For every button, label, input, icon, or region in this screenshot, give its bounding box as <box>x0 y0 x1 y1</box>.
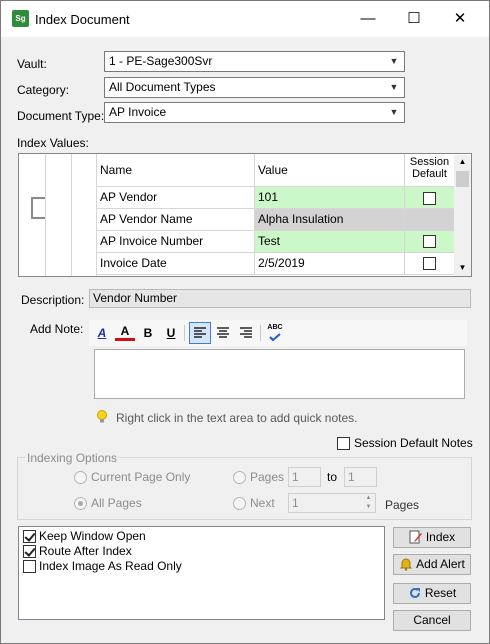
bell-icon <box>399 557 413 571</box>
pages-from-input[interactable]: 1 <box>288 467 321 487</box>
category-label: Category: <box>17 83 70 97</box>
row-2-value: Alpha Insulation <box>255 209 405 231</box>
app-icon: Sg <box>12 10 29 27</box>
refresh-icon <box>408 586 422 600</box>
align-right-icon[interactable] <box>236 323 256 343</box>
title-bar: Sg Index Document — ☐ ✕ <box>1 1 489 37</box>
header-name[interactable]: Name <box>97 154 255 187</box>
add-alert-button[interactable]: Add Alert <box>393 554 471 575</box>
underline-icon[interactable]: U <box>161 323 181 343</box>
cancel-button[interactable]: Cancel <box>393 610 471 631</box>
indexing-options-title: Indexing Options <box>25 451 120 465</box>
chevron-down-icon: ▼ <box>389 82 399 92</box>
vault-value: 1 - PE-Sage300Svr <box>109 54 213 68</box>
chevron-down-icon: ▼ <box>389 107 399 117</box>
row-1-session-checkbox[interactable] <box>423 192 436 205</box>
spell-check-label: ABC <box>267 324 283 331</box>
toolbar-divider <box>184 325 185 341</box>
cancel-button-label: Cancel <box>413 613 451 627</box>
edit-document-icon <box>409 530 423 544</box>
close-button[interactable]: ✕ <box>437 1 483 37</box>
index-values-label: Index Values: <box>17 136 89 150</box>
note-textarea[interactable] <box>94 349 465 399</box>
row-3-value[interactable]: Test <box>255 231 405 253</box>
keep-window-open-checkbox[interactable] <box>23 530 36 543</box>
vault-select[interactable]: 1 - PE-Sage300Svr ▼ <box>104 51 405 72</box>
align-center-icon[interactable] <box>213 323 233 343</box>
reset-button-label: Reset <box>424 586 457 600</box>
blank-column <box>46 154 72 276</box>
font-icon[interactable]: A <box>92 323 112 343</box>
scroll-down-icon[interactable]: ▼ <box>454 261 471 275</box>
index-button[interactable]: Index <box>393 527 471 548</box>
add-alert-button-label: Add Alert <box>416 557 465 571</box>
reset-button[interactable]: Reset <box>393 583 471 604</box>
category-select[interactable]: All Document Types ▼ <box>104 77 405 98</box>
align-left-icon[interactable] <box>189 322 211 344</box>
stepper-arrows-icon[interactable]: ▲ ▼ <box>362 494 375 512</box>
index-image-read-only-label[interactable]: Index Image As Read Only <box>39 559 182 573</box>
toolbar-divider <box>260 325 261 341</box>
row-2-name: AP Vendor Name <box>97 209 255 231</box>
grid-scrollbar[interactable]: ▲ ▼ <box>454 155 471 276</box>
description-label: Description: <box>21 293 85 307</box>
blank-column <box>72 154 97 276</box>
index-button-label: Index <box>425 530 456 544</box>
next-pages-value: 1 <box>292 496 299 510</box>
index-document-window: Sg Index Document — ☐ ✕ Vault: 1 - PE-Sa… <box>0 0 490 644</box>
current-page-only-label[interactable]: Current Page Only <box>91 470 190 484</box>
next-label[interactable]: Next <box>250 496 275 510</box>
spell-check-icon[interactable]: ABC <box>265 323 285 343</box>
category-value: All Document Types <box>109 80 216 94</box>
session-default-notes-checkbox[interactable] <box>337 437 350 450</box>
pages-to-input[interactable]: 1 <box>344 467 377 487</box>
options-list: Keep Window Open Route After Index Index… <box>18 526 385 620</box>
pages-suffix-label: Pages <box>385 498 420 512</box>
lightbulb-icon <box>96 410 108 424</box>
row-2-session-cell <box>405 209 455 231</box>
scroll-thumb[interactable] <box>456 171 469 187</box>
bold-icon[interactable]: B <box>138 323 158 343</box>
index-image-read-only-checkbox[interactable] <box>23 560 36 573</box>
window-title: Index Document <box>35 12 130 27</box>
maximize-button[interactable]: ☐ <box>391 1 437 37</box>
row-4-session-checkbox[interactable] <box>423 257 436 270</box>
document-type-label: Document Type: <box>17 109 105 123</box>
current-page-only-radio[interactable] <box>74 471 87 484</box>
row-1-name: AP Vendor <box>97 187 255 209</box>
chevron-down-icon: ▼ <box>389 56 399 66</box>
document-type-value: AP Invoice <box>109 105 167 119</box>
row-3-session-checkbox[interactable] <box>423 235 436 248</box>
vault-label: Vault: <box>17 57 47 71</box>
scroll-up-icon[interactable]: ▲ <box>454 155 471 169</box>
session-default-notes-label[interactable]: Session Default Notes <box>354 436 473 450</box>
keep-window-open-label[interactable]: Keep Window Open <box>39 529 146 543</box>
index-values-grid[interactable]: Name Value Session Default AP Vendor 101… <box>18 153 472 277</box>
row-4-value[interactable]: 2/5/2019 <box>255 253 405 275</box>
row-1-value[interactable]: 101 <box>255 187 405 209</box>
description-field: Vendor Number <box>89 289 471 308</box>
row-4-name: Invoice Date <box>97 253 255 275</box>
add-note-label: Add Note: <box>30 322 84 336</box>
to-label: to <box>327 470 338 484</box>
next-pages-stepper[interactable]: 1 ▲ ▼ <box>288 493 376 513</box>
all-pages-radio[interactable] <box>74 497 87 510</box>
quick-notes-hint: Right click in the text area to add quic… <box>116 411 358 425</box>
header-value[interactable]: Value <box>255 154 405 187</box>
route-after-index-label[interactable]: Route After Index <box>39 544 132 558</box>
header-session-default[interactable]: Session Default <box>405 156 455 187</box>
all-pages-label[interactable]: All Pages <box>91 496 142 510</box>
row-3-name: AP Invoice Number <box>97 231 255 253</box>
minimize-button[interactable]: — <box>345 1 391 37</box>
route-after-index-checkbox[interactable] <box>23 545 36 558</box>
document-type-select[interactable]: AP Invoice ▼ <box>104 102 405 123</box>
row-selector-icon <box>31 197 45 219</box>
pages-label[interactable]: Pages <box>250 470 284 484</box>
font-color-icon[interactable]: A <box>115 323 135 341</box>
pages-radio[interactable] <box>233 471 246 484</box>
next-radio[interactable] <box>233 497 246 510</box>
